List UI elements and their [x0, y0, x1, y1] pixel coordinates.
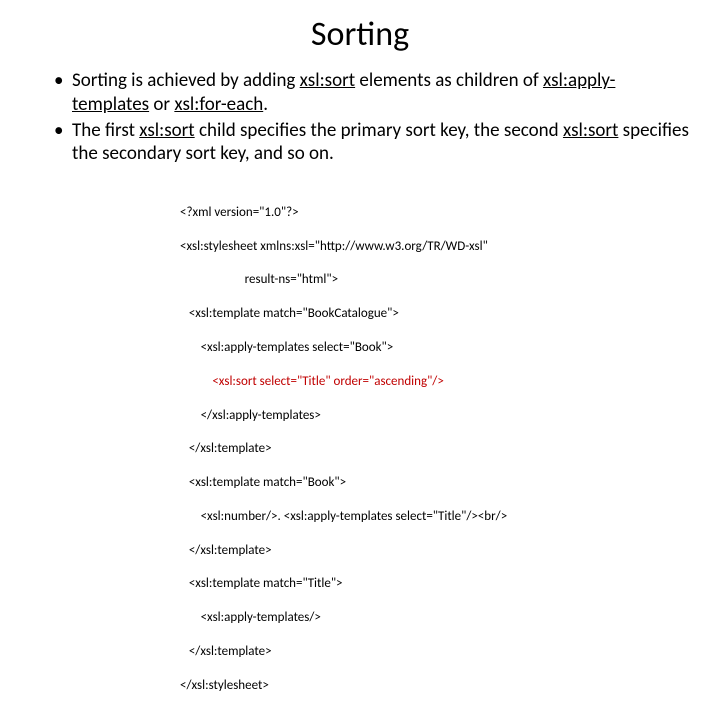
code-line-highlight: <xsl:sort select="Title" order="ascendin… [180, 374, 690, 391]
bullet-list: Sorting is achieved by adding xsl:sort e… [30, 69, 690, 166]
text-fragment: . [263, 93, 268, 116]
text-fragment: child specifies the primary sort key, th… [195, 119, 563, 142]
code-line: </xsl:apply-templates> [180, 408, 690, 425]
code-line: <xsl:number/>. <xsl:apply-templates sele… [180, 509, 690, 526]
code-line: <?xml version="1.0"?> [180, 205, 690, 222]
code-line: <xsl:template match="Book"> [180, 475, 690, 492]
underlined-term: xsl:sort [563, 119, 618, 142]
slide-title: Sorting [30, 14, 690, 55]
text-fragment: elements as children of [355, 69, 543, 92]
text-fragment: The first [72, 119, 139, 142]
code-line: </xsl:stylesheet> [180, 678, 690, 695]
code-line: <xsl:apply-templates/> [180, 610, 690, 627]
code-line: <xsl:template match="BookCatalogue"> [180, 306, 690, 323]
underlined-term: xsl:for-each [174, 93, 263, 116]
code-block: <?xml version="1.0"?> <xsl:stylesheet xm… [30, 188, 690, 712]
code-line: <xsl:stylesheet xmlns:xsl="http://www.w3… [180, 239, 690, 256]
code-line: <xsl:template match="Title"> [180, 576, 690, 593]
code-line: result-ns="html"> [180, 272, 690, 289]
bullet-item: The first xsl:sort child specifies the p… [54, 119, 690, 167]
code-line: </xsl:template> [180, 543, 690, 560]
code-line: </xsl:template> [180, 441, 690, 458]
text-fragment: Sorting is achieved by adding [72, 69, 300, 92]
underlined-term: xsl:sort [300, 69, 355, 92]
underlined-term: xsl:sort [139, 119, 194, 142]
text-fragment: or [149, 93, 174, 116]
code-line: </xsl:template> [180, 644, 690, 661]
bullet-item: Sorting is achieved by adding xsl:sort e… [54, 69, 690, 117]
code-line: <xsl:apply-templates select="Book"> [180, 340, 690, 357]
